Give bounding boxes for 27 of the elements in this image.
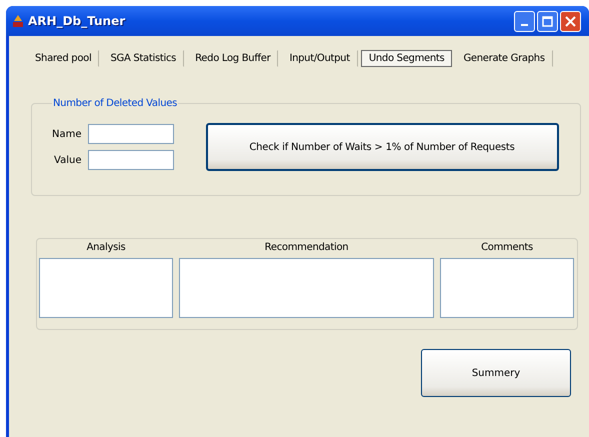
text-area[interactable] <box>440 258 574 318</box>
minimize-button[interactable] <box>514 10 535 32</box>
summary-button[interactable]: Summery <box>421 349 571 397</box>
group-title: Number of Deleted Values <box>52 98 178 109</box>
column-heading: Recommendation <box>264 242 348 255</box>
column-heading: Analysis <box>86 242 126 255</box>
input-field[interactable] <box>88 150 174 170</box>
app-icon <box>12 14 24 28</box>
check-button[interactable]: Check if Number of Waits > 1% of Number of Requests <box>206 123 559 171</box>
minimize-icon <box>521 24 528 26</box>
column-heading: Comments <box>481 242 533 255</box>
tab[interactable]: Shared pool <box>27 50 100 66</box>
tab[interactable]: Redo Log Buffer <box>187 50 278 66</box>
window-title: ARH_Db_Tuner <box>28 14 126 28</box>
field-label: Name <box>52 128 82 140</box>
input-field[interactable] <box>88 124 174 144</box>
tab[interactable]: Undo Segments <box>360 50 452 66</box>
close-button[interactable] <box>560 10 581 32</box>
tab[interactable]: SGA Statistics <box>102 50 184 66</box>
maximize-icon <box>542 16 553 26</box>
maximize-button[interactable] <box>537 10 558 32</box>
text-area[interactable] <box>179 258 434 318</box>
close-icon <box>565 16 576 26</box>
tab[interactable]: Generate Graphs <box>455 50 553 66</box>
tab[interactable]: Input/Output <box>281 50 358 66</box>
field-label: Value <box>53 154 82 166</box>
text-area[interactable] <box>39 258 173 318</box>
